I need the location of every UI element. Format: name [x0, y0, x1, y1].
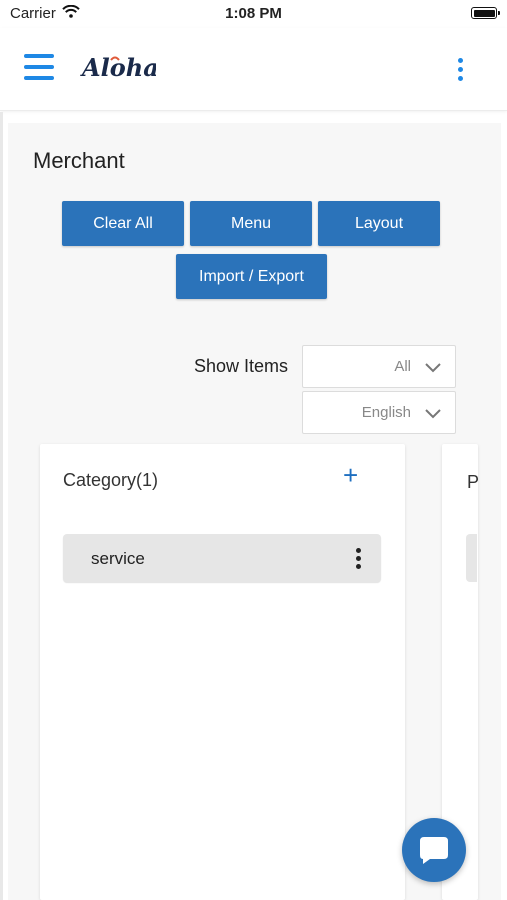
- category-card: [40, 444, 405, 900]
- layout-button[interactable]: Layout: [318, 201, 440, 246]
- language-value: English: [361, 404, 411, 421]
- hamburger-icon[interactable]: [24, 54, 56, 82]
- svg-text:Aloha: Aloha: [80, 53, 156, 82]
- aloha-logo: Aloha: [80, 46, 159, 91]
- show-items-label: Show Items: [194, 356, 289, 376]
- import-export-button[interactable]: Import / Export: [176, 254, 327, 299]
- clock: 1:08 PM: [225, 5, 282, 22]
- chevron-down-icon: [425, 406, 441, 424]
- menu-button[interactable]: Menu: [190, 201, 312, 246]
- show-items-select[interactable]: All: [302, 345, 456, 388]
- language-select[interactable]: English: [302, 391, 456, 434]
- battery-icon: [471, 7, 500, 19]
- status-bar: Carrier 1:08 PM: [0, 0, 507, 28]
- list-item[interactable]: [466, 534, 477, 582]
- kebab-icon[interactable]: [457, 58, 465, 82]
- plus-icon[interactable]: +: [343, 462, 358, 488]
- show-items-value: All: [394, 358, 411, 375]
- clear-all-button[interactable]: Clear All: [62, 201, 184, 246]
- list-item[interactable]: service: [63, 534, 381, 582]
- kebab-icon[interactable]: [356, 548, 362, 570]
- chevron-down-icon: [425, 360, 441, 378]
- category-item-label: service: [91, 549, 145, 568]
- page-title: Merchant: [33, 148, 125, 173]
- chat-bubble-icon: [420, 837, 448, 864]
- category-title: Category(1): [63, 470, 159, 490]
- product-card-title: P: [467, 472, 480, 492]
- sidebar-edge: [0, 112, 3, 900]
- chat-button[interactable]: [402, 818, 466, 882]
- app-header: Aloha: [0, 28, 507, 111]
